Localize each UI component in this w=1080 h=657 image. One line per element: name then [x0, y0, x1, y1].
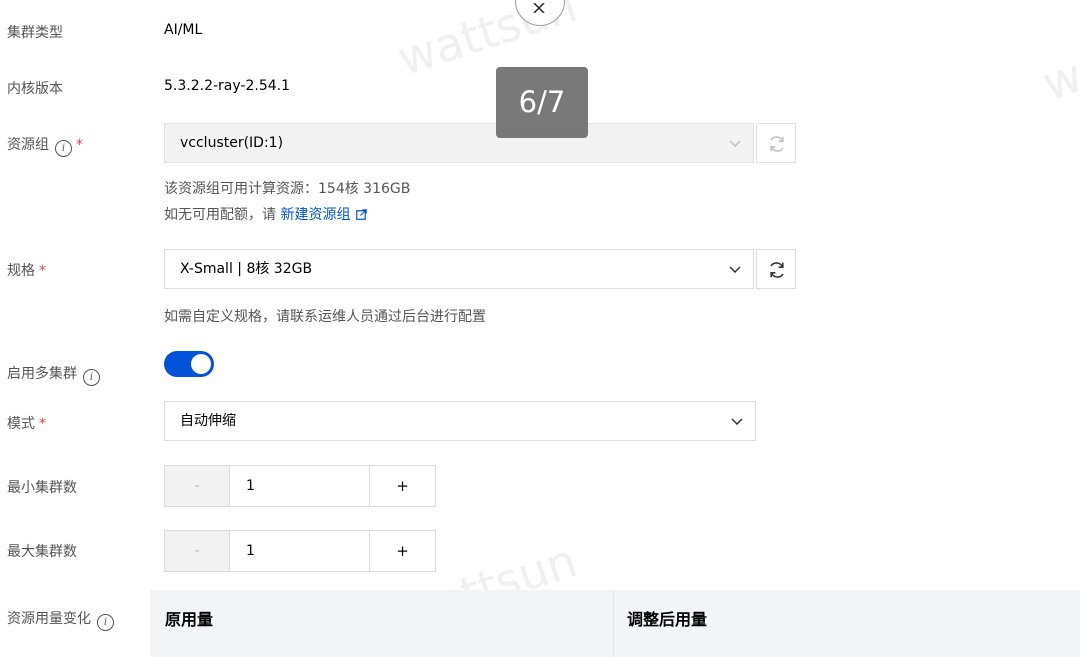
resource-group-label-text: 资源组	[7, 137, 49, 153]
multi-cluster-label: 启用多集群 i	[7, 363, 100, 386]
max-clusters-input[interactable]: 1	[230, 531, 370, 571]
spec-select[interactable]: X-Small | 8核 32GB	[164, 249, 754, 289]
multi-cluster-toggle[interactable]	[164, 351, 214, 377]
max-clusters-decrement-button[interactable]: -	[165, 531, 230, 571]
table-header-adjusted: 调整后用量	[627, 610, 708, 629]
spec-help: 如需自定义规格，请联系运维人员通过后台进行配置	[164, 309, 486, 325]
close-icon	[533, 3, 545, 13]
resource-group-selected: vccluster(ID:1)	[180, 135, 284, 151]
mode-select[interactable]: 自动伸缩	[164, 401, 756, 441]
min-clusters-input[interactable]: 1	[230, 466, 370, 506]
mode-label: 模式 *	[7, 413, 46, 433]
info-icon[interactable]: i	[83, 369, 100, 386]
spec-label-text: 规格	[7, 263, 35, 279]
min-clusters-label: 最小集群数	[7, 477, 77, 497]
table-header-original: 原用量	[150, 590, 614, 657]
info-icon[interactable]: i	[55, 140, 72, 157]
max-clusters-stepper: - 1 +	[164, 530, 436, 572]
refresh-icon	[770, 136, 784, 152]
resource-group-available: 该资源组可用计算资源：154核 316GB	[164, 181, 411, 197]
mode-selected: 自动伸缩	[180, 413, 236, 429]
chevron-down-icon	[731, 418, 743, 426]
max-clusters-increment-button[interactable]: +	[370, 531, 435, 571]
info-icon[interactable]: i	[97, 614, 114, 631]
spec-label: 规格 *	[7, 260, 46, 280]
chevron-down-icon	[729, 266, 741, 274]
min-clusters-increment-button[interactable]: +	[370, 466, 435, 506]
usage-change-label: 资源用量变化 i	[7, 608, 114, 631]
min-clusters-decrement-button[interactable]: -	[165, 466, 230, 506]
min-clusters-stepper: - 1 +	[164, 465, 436, 507]
external-link-icon[interactable]	[356, 209, 368, 220]
required-mark: *	[39, 263, 46, 279]
cluster-type-label: 集群类型	[7, 22, 63, 42]
min-clusters-label-text: 最小集群数	[7, 480, 77, 496]
toggle-knob	[191, 354, 211, 374]
page-indicator: 6/7	[496, 67, 588, 138]
no-quota-text: 如无可用配额，请	[164, 207, 276, 223]
kernel-version-label: 内核版本	[7, 78, 63, 98]
spec-selected: X-Small | 8核 32GB	[180, 261, 313, 277]
refresh-icon	[770, 262, 784, 278]
usage-change-table: 原用量 调整后用量	[150, 590, 1080, 657]
mode-label-text: 模式	[7, 416, 35, 432]
resource-group-no-quota: 如无可用配额，请 新建资源组	[164, 204, 368, 224]
spec-refresh-button[interactable]	[756, 249, 796, 289]
resource-group-refresh-button[interactable]	[756, 123, 796, 163]
usage-change-label-text: 资源用量变化	[7, 611, 91, 627]
max-clusters-label: 最大集群数	[7, 541, 77, 561]
kernel-version-label-text: 内核版本	[7, 81, 63, 97]
required-mark: *	[76, 137, 83, 153]
chevron-down-icon	[729, 140, 741, 148]
cluster-type-value: AI/ML	[164, 22, 203, 38]
resource-group-label: 资源组 i *	[7, 134, 83, 157]
cluster-config-form: wattsun wattsun wattsun wattsun 集群类型 AI/…	[0, 0, 1080, 657]
cluster-type-label-text: 集群类型	[7, 25, 63, 41]
kernel-version-value: 5.3.2.2-ray-2.54.1	[164, 78, 290, 94]
multi-cluster-label-text: 启用多集群	[7, 366, 77, 382]
required-mark: *	[39, 416, 46, 432]
watermark: wattsun	[1036, 2, 1080, 112]
create-resource-group-link[interactable]: 新建资源组	[280, 207, 350, 223]
close-button[interactable]	[515, 0, 565, 26]
max-clusters-label-text: 最大集群数	[7, 544, 77, 560]
resource-group-select[interactable]: vccluster(ID:1)	[164, 123, 754, 163]
